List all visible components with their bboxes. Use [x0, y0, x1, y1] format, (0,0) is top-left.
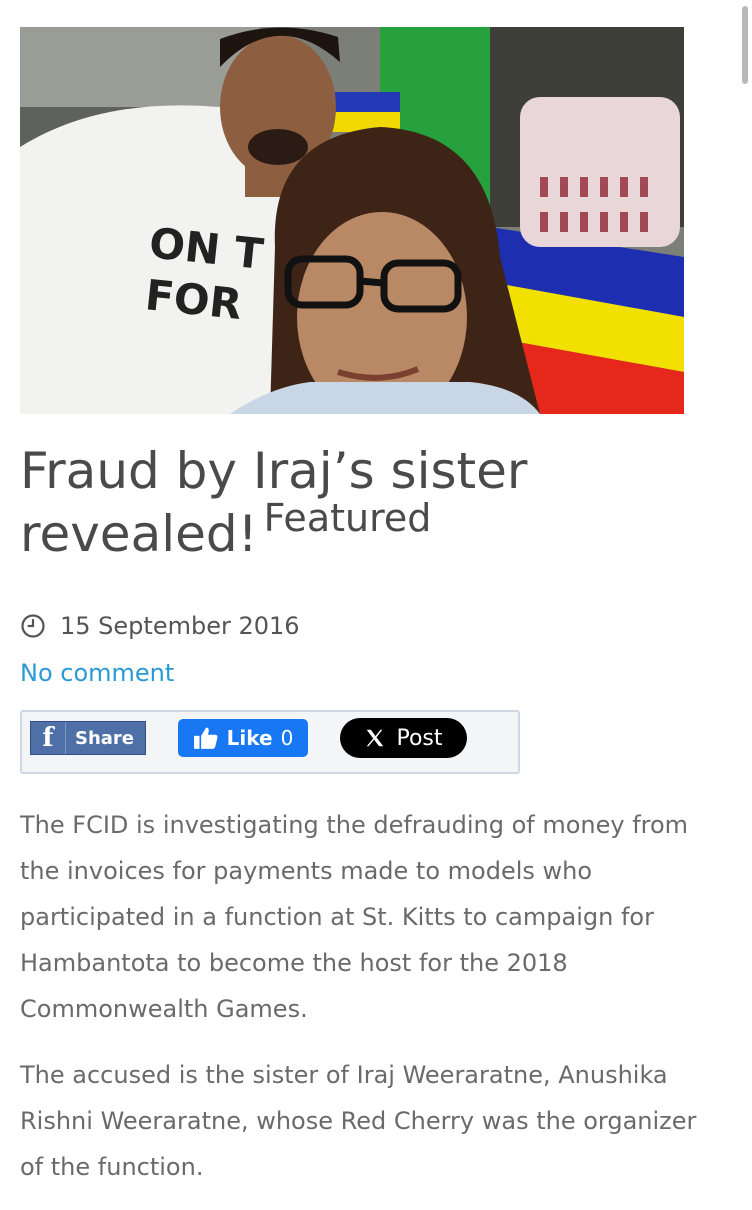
facebook-divider [65, 722, 66, 754]
like-label: Like [226, 726, 273, 750]
like-button[interactable]: Like 0 [178, 719, 308, 757]
facebook-icon: f [42, 723, 54, 753]
share-bar: f Share Like 0 Post [20, 710, 520, 774]
hero-image: ON T FOR [20, 27, 684, 414]
scrollbar[interactable] [742, 6, 748, 84]
svg-text:FOR: FOR [143, 270, 244, 329]
paragraph: The accused is the sister of Iraj Weerar… [20, 1061, 697, 1181]
x-post-label: Post [396, 725, 443, 751]
featured-label: Featured [263, 496, 432, 540]
paragraph: The FCID is investigating the defrauding… [20, 811, 689, 1023]
date-text: 15 September 2016 [60, 612, 300, 640]
comments-link[interactable]: No comment [20, 659, 174, 687]
article-body: The FCID is investigating the defrauding… [20, 802, 700, 1210]
thumbs-up-icon [193, 727, 218, 749]
clock-icon [21, 614, 45, 638]
article-title: Fraud by Iraj’s sister revealed! Featured [20, 440, 700, 570]
facebook-share-button[interactable]: f Share [30, 721, 146, 755]
article-date: 15 September 2016 [20, 612, 300, 640]
x-logo-icon [367, 729, 384, 747]
facebook-share-label: Share [75, 727, 135, 749]
like-count: 0 [280, 726, 294, 750]
x-post-button[interactable]: Post [340, 718, 467, 758]
